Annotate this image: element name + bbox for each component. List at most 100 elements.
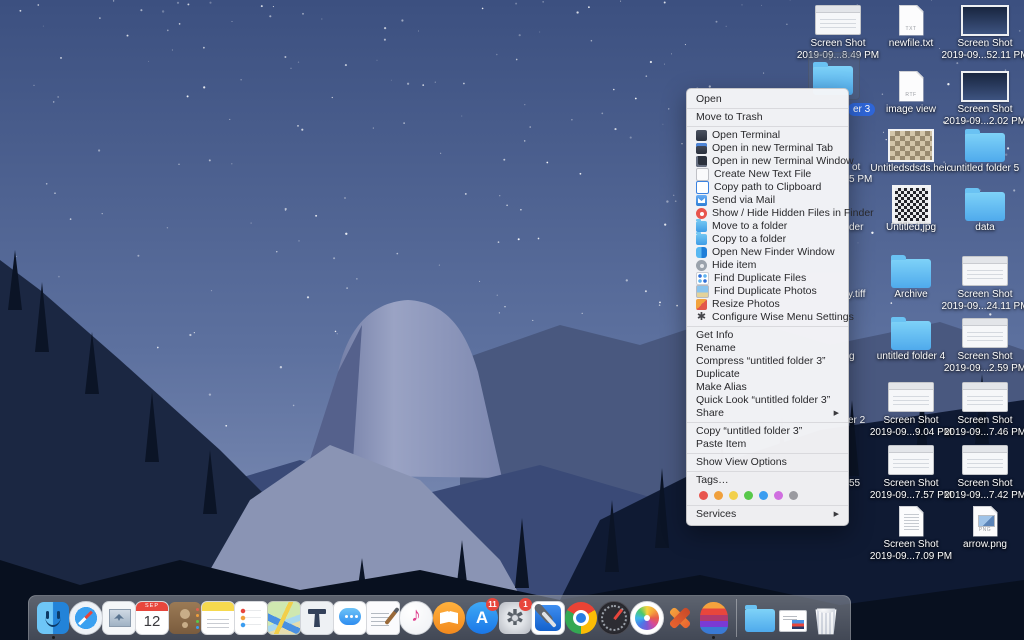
dock-reminders[interactable] [235, 596, 267, 640]
desktop-icon-screen-shot-746pm[interactable]: Screen Shot2019-09...7.46 PM [948, 381, 1022, 439]
tag-color-4[interactable] [759, 491, 768, 500]
dock-sysprefs[interactable]: 1 [499, 596, 531, 640]
menu-item-send-via-mail[interactable]: Send via Mail [687, 194, 848, 207]
desktop-icon-screen-shot-5211pm[interactable]: Screen Shot2019-09...52.11 PM [948, 4, 1022, 62]
menu-item-label: Show View Options [696, 456, 787, 469]
dock-downloads[interactable] [744, 596, 776, 640]
dock-notes[interactable] [202, 596, 234, 640]
menu-item-rename[interactable]: Rename [687, 342, 848, 355]
dock-textedit[interactable] [367, 596, 399, 640]
desktop-icon-label-fragment[interactable]: y.tiff [848, 289, 865, 300]
menu-item-label: Move to Trash [696, 111, 763, 124]
desktop-icon-untitled-folder-4[interactable]: untitled folder 4 [874, 317, 948, 363]
dock-headapp[interactable] [697, 596, 729, 640]
menu-item-show-view-options[interactable]: Show View Options [687, 456, 848, 469]
running-indicator [712, 636, 715, 639]
desktop-icon-screen-shot-742pm[interactable]: Screen Shot2019-09...7.42 PM [948, 444, 1022, 502]
dock-safari[interactable] [70, 596, 102, 640]
finder-app-icon [37, 602, 69, 634]
photo-icon [696, 285, 709, 298]
desktop-icon-untitled-folder-5[interactable]: untitled folder 5 [948, 129, 1022, 175]
text-file-icon [696, 168, 709, 181]
dock-xcode[interactable] [532, 596, 564, 640]
menu-item-get-info[interactable]: Get Info [687, 329, 848, 342]
menu-item-open-in-new-terminal-window[interactable]: Open in new Terminal Window [687, 155, 848, 168]
menu-item-move-to-trash[interactable]: Move to Trash [687, 111, 848, 124]
dock-messages[interactable] [334, 596, 366, 640]
tag-color-5[interactable] [774, 491, 783, 500]
desktop-icon-label-fragment[interactable]: 5 PM [849, 174, 872, 185]
docstack-app-icon [779, 610, 807, 632]
menu-item-find-duplicate-files[interactable]: Find Duplicate Files [687, 272, 848, 285]
clover-icon [696, 272, 709, 285]
dock-gauge[interactable] [598, 596, 630, 640]
menu-item-paste-item[interactable]: Paste Item [687, 438, 848, 451]
menu-item-open-terminal[interactable]: Open Terminal [687, 129, 848, 142]
menu-item-resize-photos[interactable]: Resize Photos [687, 298, 848, 311]
menu-item-tags[interactable]: Tags… [687, 474, 848, 487]
menu-item-open[interactable]: Open [687, 93, 848, 106]
desktop-icon-label-fragment[interactable]: er 2 [848, 415, 865, 426]
dock-chrome[interactable] [565, 596, 597, 640]
tag-color-3[interactable] [744, 491, 753, 500]
folder-icon [891, 259, 931, 288]
finder-icon [696, 247, 707, 258]
dock-docstack[interactable] [777, 596, 809, 640]
desktop-icon-screen-shot-709pm[interactable]: Screen Shot2019-09...7.09 PM [874, 505, 948, 563]
menu-separator [687, 453, 848, 454]
menu-item-create-new-text-file[interactable]: Create New Text File [687, 168, 848, 181]
menu-item-compress-untitled-folder-3[interactable]: Compress “untitled folder 3” [687, 355, 848, 368]
desktop-icon-newfile-txt[interactable]: TXTnewfile.txt [874, 4, 948, 50]
menu-item-duplicate[interactable]: Duplicate [687, 368, 848, 381]
menu-item-services[interactable]: Services▶ [687, 508, 848, 521]
tag-color-1[interactable] [714, 491, 723, 500]
doc-icon: TXT [899, 5, 924, 36]
menu-item-move-to-a-folder[interactable]: Move to a folder [687, 220, 848, 233]
menu-item-open-new-finder-window[interactable]: Open New Finder Window [687, 246, 848, 259]
tag-color-0[interactable] [699, 491, 708, 500]
dock-appstore[interactable]: 11 [466, 596, 498, 640]
desktop-icon-screen-shot-2411pm[interactable]: Screen Shot2019-09...24.11 PM [948, 255, 1022, 313]
dock-itunes[interactable] [400, 596, 432, 640]
menu-item-show-hide-hidden-files-in-finder[interactable]: Show / Hide Hidden Files in Finder [687, 207, 848, 220]
desktop-icon-image-view[interactable]: RTFimage view [874, 70, 948, 116]
menu-item-make-alias[interactable]: Make Alias [687, 381, 848, 394]
dock-trash[interactable] [810, 596, 842, 640]
menu-item-share[interactable]: Share▶ [687, 407, 848, 420]
dock-calendar[interactable]: SEP12 [136, 596, 168, 640]
desktop-icon-label-fragment[interactable]: 55 [849, 478, 860, 489]
desktop-icon-screen-shot-904pm[interactable]: Screen Shot2019-09...9.04 PM [874, 381, 948, 439]
desktop-icon-screen-shot-259pm[interactable]: Screen Shot2019-09...2.59 PM [948, 317, 1022, 375]
menu-item-open-in-new-terminal-tab[interactable]: Open in new Terminal Tab [687, 142, 848, 155]
menu-item-copy-to-a-folder[interactable]: Copy to a folder [687, 233, 848, 246]
menu-item-quick-look-untitled-folder-3[interactable]: Quick Look “untitled folder 3” [687, 394, 848, 407]
contacts-app-icon [169, 602, 201, 634]
desktop-icon-screen-shot-202pm[interactable]: Screen Shot2019-09...2.02 PM [948, 70, 1022, 128]
dock-mail[interactable] [103, 596, 135, 640]
desktop-icon-screen-shot-757pm[interactable]: Screen Shot2019-09...7.57 PM [874, 444, 948, 502]
desktop-icon-archive-folder[interactable]: Archive [874, 255, 948, 301]
menu-item-label: Hide item [712, 259, 756, 272]
menu-item-label: Create New Text File [714, 168, 811, 181]
menu-item-hide-item[interactable]: Hide item [687, 259, 848, 272]
dock-finder[interactable] [37, 596, 69, 640]
dock-books[interactable] [433, 596, 465, 640]
dock-keynote[interactable] [301, 596, 333, 640]
desktop-icon-untitledsdsds-heic[interactable]: Untitledsdsds.heic [874, 129, 948, 175]
desktop-icon-untitled-jpg[interactable]: Untitled.jpg [874, 188, 948, 234]
tag-color-2[interactable] [729, 491, 738, 500]
desktop-icon-data-folder[interactable]: data [948, 188, 1022, 234]
menu-item-find-duplicate-photos[interactable]: Find Duplicate Photos [687, 285, 848, 298]
dock-photos[interactable] [631, 596, 663, 640]
dock-contacts[interactable] [169, 596, 201, 640]
menu-item-copy-path-to-clipboard[interactable]: Copy path to Clipboard [687, 181, 848, 194]
desktop-icon-label-fragment[interactable]: g [849, 351, 855, 362]
desktop-icon-label-fragment[interactable]: der [849, 222, 863, 233]
menu-item-copy-untitled-folder-3[interactable]: Copy “untitled folder 3” [687, 425, 848, 438]
photos-app-icon [630, 601, 664, 635]
desktop-icon-arrow-png[interactable]: PNGarrow.png [948, 505, 1022, 551]
dock-avast[interactable] [664, 596, 696, 640]
tag-color-6[interactable] [789, 491, 798, 500]
menu-item-configure-wise-menu-settings[interactable]: Configure Wise Menu Settings [687, 311, 848, 324]
dock-maps[interactable] [268, 596, 300, 640]
